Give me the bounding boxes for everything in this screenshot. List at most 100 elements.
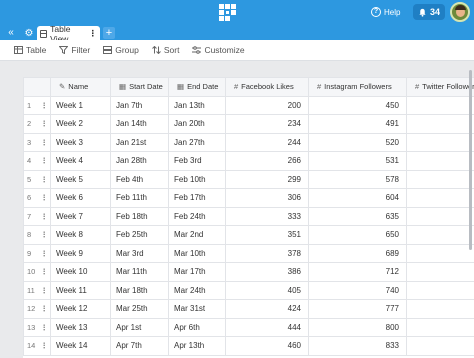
cell-start-date[interactable]: Feb 11th [110,188,169,208]
cell-name[interactable]: Week 10 [50,262,111,282]
row-menu-icon[interactable]: ⋮ [41,138,49,147]
cell-facebook-likes[interactable]: 378 [225,243,309,263]
cell-twitter-followers[interactable] [406,262,474,282]
table-row[interactable]: 13 ⋮ Week 13 Apr 1st Apr 6th 444 800 [23,317,474,337]
column-header-end-date[interactable]: ▦ End Date [168,77,226,97]
cell-facebook-likes[interactable]: 333 [225,206,309,226]
cell-end-date[interactable]: Mar 10th [168,243,226,263]
cell-end-date[interactable]: Mar 31st [168,299,226,319]
group-button[interactable]: Group [103,45,139,55]
cell-twitter-followers[interactable] [406,317,474,337]
cell-instagram-followers[interactable]: 520 [308,132,407,152]
cell-name[interactable]: Week 8 [50,225,111,245]
column-header-facebook-likes[interactable]: # Facebook Likes [225,77,309,97]
cell-start-date[interactable]: Jan 14th [110,114,169,134]
cell-start-date[interactable]: Feb 25th [110,225,169,245]
cell-name[interactable]: Week 12 [50,299,111,319]
cell-name[interactable]: Week 7 [50,206,111,226]
cell-twitter-followers[interactable] [406,114,474,134]
cell-end-date[interactable]: Feb 17th [168,188,226,208]
cell-twitter-followers[interactable] [406,206,474,226]
cell-start-date[interactable]: Feb 18th [110,206,169,226]
cell-twitter-followers[interactable] [406,299,474,319]
notifications-button[interactable]: 34 [413,4,445,20]
table-row[interactable]: 8 ⋮ Week 8 Feb 25th Mar 2nd 351 650 [23,225,474,245]
cell-end-date[interactable]: Apr 6th [168,317,226,337]
cell-facebook-likes[interactable]: 424 [225,299,309,319]
cell-twitter-followers[interactable] [406,151,474,171]
cell-facebook-likes[interactable]: 244 [225,132,309,152]
row-menu-icon[interactable]: ⋮ [41,101,49,110]
cell-instagram-followers[interactable]: 450 [308,95,407,115]
cell-start-date[interactable]: Feb 4th [110,169,169,189]
cell-twitter-followers[interactable] [406,336,474,356]
table-button[interactable]: Table [14,45,46,55]
row-menu-icon[interactable]: ⋮ [41,249,49,258]
cell-start-date[interactable]: Jan 28th [110,151,169,171]
table-row[interactable]: 1 ⋮ Week 1 Jan 7th Jan 13th 200 450 [23,95,474,115]
row-menu-icon[interactable]: ⋮ [41,119,49,128]
cell-twitter-followers[interactable] [406,188,474,208]
cell-twitter-followers[interactable] [406,132,474,152]
cell-instagram-followers[interactable]: 740 [308,280,407,300]
cell-facebook-likes[interactable]: 200 [225,95,309,115]
filter-button[interactable]: Filter [59,45,90,55]
table-row[interactable]: 6 ⋮ Week 6 Feb 11th Feb 17th 306 604 [23,188,474,208]
cell-twitter-followers[interactable] [406,280,474,300]
cell-end-date[interactable]: Mar 17th [168,262,226,282]
help-button[interactable]: ? Help [371,5,400,19]
cell-instagram-followers[interactable]: 833 [308,336,407,356]
cell-start-date[interactable]: Mar 3rd [110,243,169,263]
cell-instagram-followers[interactable]: 689 [308,243,407,263]
cell-start-date[interactable]: Mar 18th [110,280,169,300]
cell-name[interactable]: Week 9 [50,243,111,263]
cell-instagram-followers[interactable]: 604 [308,188,407,208]
row-menu-icon[interactable]: ⋮ [41,175,49,184]
table-row[interactable]: 10 ⋮ Week 10 Mar 11th Mar 17th 386 712 [23,262,474,282]
column-header-name[interactable]: ✎ Name [50,77,111,97]
vertical-scrollbar[interactable] [469,70,472,250]
customize-button[interactable]: Customize [192,45,245,55]
tab-table-view[interactable]: Table View ⋮ [37,24,100,44]
cell-name[interactable]: Week 2 [50,114,111,134]
cell-name[interactable]: Week 11 [50,280,111,300]
cell-start-date[interactable]: Mar 25th [110,299,169,319]
row-menu-icon[interactable]: ⋮ [41,304,49,313]
cell-instagram-followers[interactable]: 777 [308,299,407,319]
cell-instagram-followers[interactable]: 531 [308,151,407,171]
cell-instagram-followers[interactable]: 635 [308,206,407,226]
tab-menu-icon[interactable]: ⋮ [89,28,98,39]
add-view-button[interactable]: + [103,27,115,39]
collapse-sidebar-icon[interactable]: « [4,26,18,39]
cell-end-date[interactable]: Jan 27th [168,132,226,152]
row-menu-icon[interactable]: ⋮ [41,267,49,276]
table-row[interactable]: 7 ⋮ Week 7 Feb 18th Feb 24th 333 635 [23,206,474,226]
cell-facebook-likes[interactable]: 234 [225,114,309,134]
cell-end-date[interactable]: Feb 3rd [168,151,226,171]
cell-facebook-likes[interactable]: 351 [225,225,309,245]
table-row[interactable]: 14 ⋮ Week 14 Apr 7th Apr 13th 460 833 [23,336,474,356]
cell-end-date[interactable]: Feb 24th [168,206,226,226]
cell-facebook-likes[interactable]: 306 [225,188,309,208]
cell-instagram-followers[interactable]: 491 [308,114,407,134]
cell-twitter-followers[interactable] [406,95,474,115]
row-menu-icon[interactable]: ⋮ [41,156,49,165]
cell-instagram-followers[interactable]: 800 [308,317,407,337]
cell-end-date[interactable]: Jan 20th [168,114,226,134]
cell-facebook-likes[interactable]: 444 [225,317,309,337]
cell-name[interactable]: Week 13 [50,317,111,337]
cell-name[interactable]: Week 5 [50,169,111,189]
cell-instagram-followers[interactable]: 712 [308,262,407,282]
gear-icon[interactable]: ⚙ [22,27,36,40]
cell-name[interactable]: Week 14 [50,336,111,356]
cell-end-date[interactable]: Mar 24th [168,280,226,300]
cell-instagram-followers[interactable]: 650 [308,225,407,245]
table-row[interactable]: 11 ⋮ Week 11 Mar 18th Mar 24th 405 740 [23,280,474,300]
row-menu-icon[interactable]: ⋮ [41,341,49,350]
column-header-twitter-followers[interactable]: # Twitter Follower [406,77,474,97]
table-row[interactable]: 4 ⋮ Week 4 Jan 28th Feb 3rd 266 531 [23,151,474,171]
sort-button[interactable]: Sort [151,45,179,55]
cell-start-date[interactable]: Jan 7th [110,95,169,115]
cell-end-date[interactable]: Apr 13th [168,336,226,356]
cell-end-date[interactable]: Feb 10th [168,169,226,189]
